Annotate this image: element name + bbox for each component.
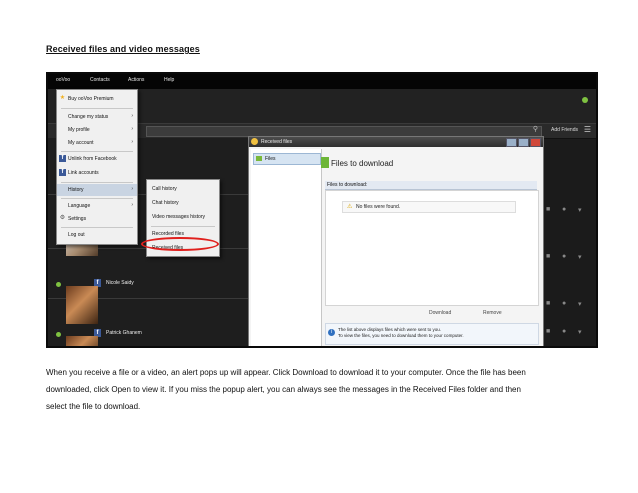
submenu-item-video-messages-history[interactable]: Video messages history <box>147 211 219 224</box>
facebook-icon: f <box>59 155 66 162</box>
paragraph-line: select the file to download. <box>46 402 141 411</box>
download-button[interactable]: Download <box>429 310 451 316</box>
menu-item-log-out[interactable]: Log out <box>57 229 137 241</box>
online-status-icon <box>56 332 61 337</box>
video-call-icon[interactable]: ■ <box>546 300 550 307</box>
menu-contacts[interactable]: Contacts <box>90 77 110 83</box>
menu-actions[interactable]: Actions <box>128 77 144 83</box>
video-call-icon[interactable]: ■ <box>546 253 550 260</box>
submenu-item-chat-history[interactable]: Chat history <box>147 197 219 210</box>
menu-item-link-accounts[interactable]: f Link accounts <box>57 167 137 179</box>
star-icon: ★ <box>59 95 66 101</box>
chevron-right-icon: › <box>131 186 133 192</box>
gear-icon: ⚙ <box>59 215 66 221</box>
contact-actions-row: ■ ● ▾ <box>544 202 596 222</box>
menu-item-unlink-facebook[interactable]: f Unlink from Facebook <box>57 153 137 165</box>
warning-icon: ⚠ <box>347 204 353 210</box>
menu-bar: ooVoo Contacts Actions Help <box>48 74 596 89</box>
video-call-icon[interactable]: ■ <box>546 328 550 335</box>
action-buttons: Download Remove <box>325 309 537 321</box>
paragraph-line: downloaded, click Open to view it. If yo… <box>46 385 521 394</box>
received-files-window: Received files Files Files to download F… <box>248 136 544 346</box>
page-heading: Received files and video messages <box>46 44 200 54</box>
sidebar-item-label: Files <box>265 156 276 162</box>
add-friends-button[interactable]: Add Friends <box>551 127 578 133</box>
window-titlebar[interactable]: Received files <box>249 137 543 147</box>
menu-icon[interactable]: ☰ <box>584 125 591 134</box>
avatar <box>66 286 98 324</box>
chevron-right-icon: › <box>131 113 133 119</box>
status-indicator[interactable] <box>582 97 588 103</box>
menu-item-my-account[interactable]: My account › <box>57 137 137 149</box>
window-title: Received files <box>261 139 293 145</box>
menu-item-language[interactable]: Language › <box>57 200 137 212</box>
chevron-down-icon[interactable]: ▾ <box>578 328 582 336</box>
search-icon[interactable]: ⚲ <box>533 125 538 133</box>
download-icon <box>321 157 329 168</box>
chevron-right-icon: › <box>131 139 133 145</box>
sidebar-item-files[interactable]: Files <box>253 153 321 165</box>
contact-actions-row: ■ ● ▾ <box>544 324 596 344</box>
avatar <box>66 336 98 346</box>
contact-name: Nicole Saidy <box>106 280 134 286</box>
contact-actions-row: ■ ● ▾ <box>544 296 596 316</box>
chevron-down-icon[interactable]: ▾ <box>578 206 582 214</box>
menu-item-my-profile[interactable]: My profile › <box>57 124 137 136</box>
highlight-oval <box>141 237 219 251</box>
info-box: i The list above displays files which we… <box>325 323 539 345</box>
menu-item-settings[interactable]: ⚙ Settings <box>57 213 137 225</box>
menu-oovoo[interactable]: ooVoo <box>56 77 70 83</box>
chevron-right-icon: › <box>131 126 133 132</box>
contact-actions-row: ■ ● ▾ <box>544 249 596 269</box>
chat-icon[interactable]: ● <box>562 253 566 260</box>
menu-item-buy-premium[interactable]: ★ Buy ooVoo Premium <box>57 93 137 105</box>
files-list[interactable]: ⚠ No files were found. <box>325 190 539 306</box>
minimize-button[interactable] <box>506 138 517 147</box>
video-call-icon[interactable]: ■ <box>546 206 550 213</box>
facebook-icon: f <box>59 169 66 176</box>
info-text-line1: The list above displays files which were… <box>338 327 442 332</box>
chat-icon[interactable]: ● <box>562 206 566 213</box>
chevron-right-icon: › <box>131 202 133 208</box>
chevron-down-icon[interactable]: ▾ <box>578 253 582 261</box>
submenu-item-call-history[interactable]: Call history <box>147 183 219 196</box>
info-text-line2: To view the files, you need to download … <box>338 333 464 338</box>
info-icon: i <box>328 329 335 336</box>
maximize-button[interactable] <box>518 138 529 147</box>
app-screenshot: ooVoo Contacts Actions Help ⚲ Add Friend… <box>46 72 598 348</box>
window-sidebar: Files <box>251 149 322 346</box>
folder-icon <box>256 156 262 161</box>
paragraph-line: When you receive a file or a video, an a… <box>46 368 526 377</box>
chat-icon[interactable]: ● <box>562 328 566 335</box>
empty-message: ⚠ No files were found. <box>342 201 516 213</box>
instructions-paragraph: When you receive a file or a video, an a… <box>46 364 598 415</box>
chevron-down-icon[interactable]: ▾ <box>578 300 582 308</box>
menu-item-history[interactable]: History › <box>57 184 137 196</box>
chat-icon[interactable]: ● <box>562 300 566 307</box>
contact-patrick[interactable]: f Patrick Ghanem <box>56 328 246 346</box>
oovoo-dropdown-menu: ★ Buy ooVoo Premium Change my status › M… <box>56 89 138 245</box>
panel-title: Files to download <box>331 159 394 168</box>
close-button[interactable] <box>530 138 541 147</box>
online-status-icon <box>56 282 61 287</box>
remove-button[interactable]: Remove <box>483 310 502 316</box>
app-icon <box>251 138 258 145</box>
menu-help[interactable]: Help <box>164 77 174 83</box>
contact-name: Patrick Ghanem <box>106 330 142 336</box>
list-header: Files to download: <box>325 181 537 190</box>
menu-item-change-status[interactable]: Change my status › <box>57 111 137 123</box>
